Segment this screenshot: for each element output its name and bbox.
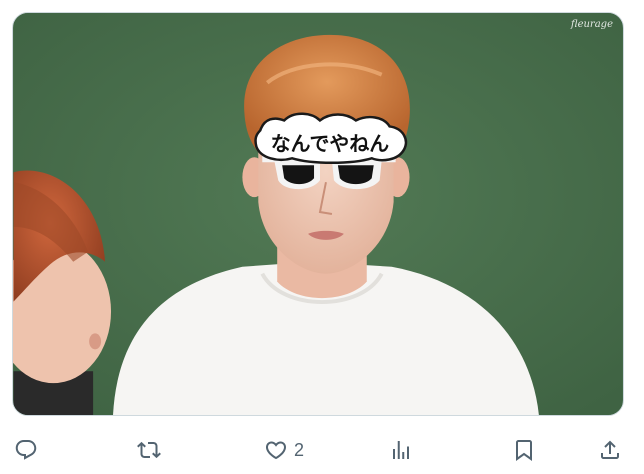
like-button[interactable]: 2	[264, 430, 304, 470]
photo-illustration: なんでやねん	[13, 13, 623, 415]
bookmark-icon	[516, 440, 532, 461]
reply-button[interactable]	[14, 430, 44, 470]
share-button[interactable]	[598, 430, 622, 470]
heart-icon	[265, 441, 287, 460]
views-button[interactable]	[389, 430, 419, 470]
tweet-photo[interactable]: なんでやねん fleurage	[12, 12, 624, 416]
tweet-action-bar: 2	[0, 430, 644, 470]
bookmark-button[interactable]	[512, 430, 536, 470]
retweet-button[interactable]	[137, 430, 167, 470]
reply-icon	[15, 440, 37, 460]
like-count: 2	[294, 439, 305, 460]
views-icon	[393, 441, 409, 459]
retweet-icon	[137, 441, 161, 459]
glasses-text: なんでやねん	[271, 132, 389, 155]
share-icon	[601, 440, 619, 459]
watermark: fleurage	[570, 19, 613, 30]
